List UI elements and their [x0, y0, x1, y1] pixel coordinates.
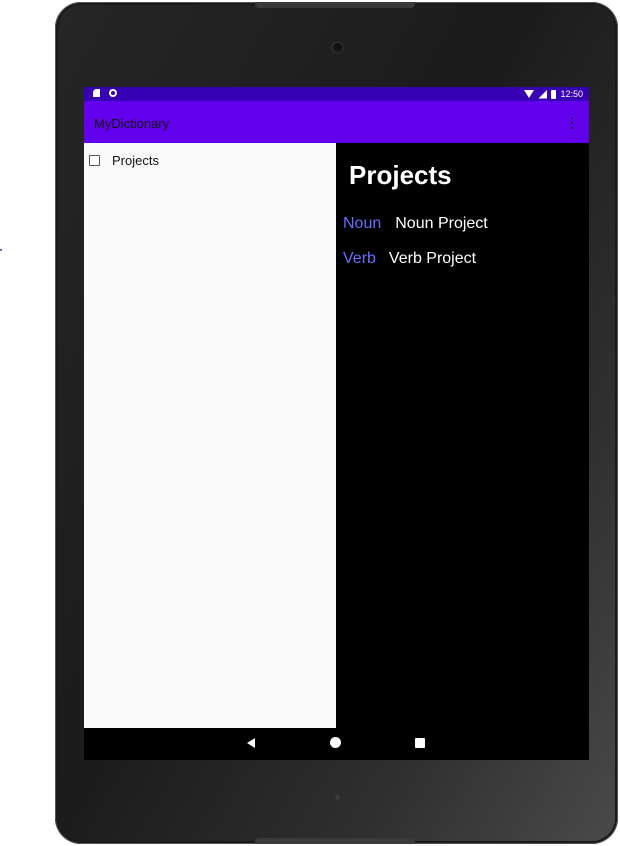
nav-item-label: Projects [112, 152, 159, 168]
stray-dot [0, 249, 2, 251]
entry-word: Verb [343, 250, 376, 267]
camera-icon [333, 43, 342, 52]
nav-item-projects[interactable]: Projects [89, 152, 159, 168]
app-title: MyDictionary [94, 116, 170, 131]
battery-icon [551, 89, 557, 99]
back-icon[interactable] [247, 738, 255, 748]
status-bar: 12:50 [84, 87, 589, 101]
dictionary-entry-verb[interactable]: Verb Verb Project [343, 250, 476, 268]
system-nav-bar [84, 728, 589, 760]
sd-card-icon [93, 89, 100, 97]
device-top-edge [255, 2, 415, 8]
status-left-icons [93, 89, 117, 97]
recents-icon[interactable] [415, 738, 425, 748]
detail-title: Projects [349, 160, 452, 190]
dictionary-entry-noun[interactable]: Noun Noun Project [343, 215, 488, 233]
checkbox-icon[interactable] [89, 154, 100, 166]
device-bottom-edge [255, 838, 415, 844]
detail-panel: Projects Noun Noun Project Verb Verb Pro… [336, 143, 589, 728]
signal-icon [538, 89, 548, 99]
entry-description: Verb Project [388, 250, 477, 267]
status-time: 12:50 [560, 89, 583, 99]
overflow-menu-icon[interactable] [569, 117, 575, 129]
sensor-dot [335, 795, 340, 800]
entry-word: Noun [343, 215, 382, 232]
home-icon[interactable] [330, 737, 341, 748]
app-bar: MyDictionary [84, 101, 589, 143]
wifi-icon [524, 90, 535, 98]
navigation-panel: Projects [84, 143, 336, 728]
circle-icon [109, 89, 117, 97]
status-right-icons: 12:50 [524, 88, 583, 100]
device-screen: 12:50 MyDictionary Projects Projects Nou… [84, 87, 589, 760]
entry-description: Noun Project [395, 215, 488, 232]
